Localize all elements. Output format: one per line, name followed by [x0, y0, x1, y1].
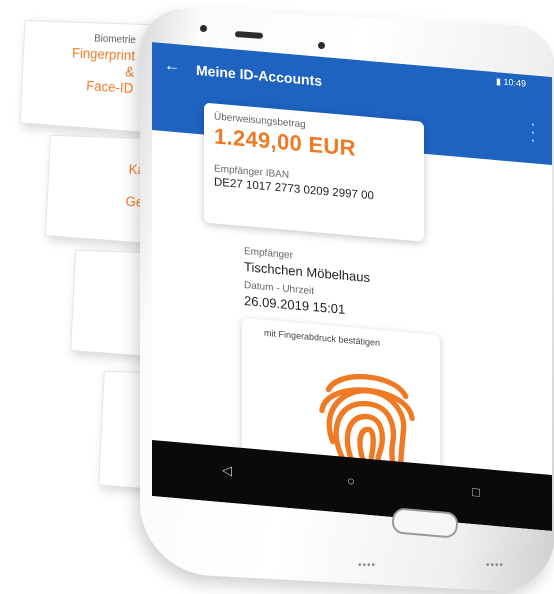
bottom-grille-left: ••••	[358, 560, 377, 571]
card-biometrie: Biometrie Fingerprint & Face-ID	[19, 20, 150, 133]
nav-back-icon[interactable]: ◁	[222, 462, 232, 479]
bottom-grille-right: ••••	[486, 560, 505, 571]
nav-home-icon[interactable]: ○	[347, 473, 355, 489]
fingerprint-caption: mit Fingerabdruck bestätigen	[264, 327, 381, 348]
status-time: 10:49	[503, 76, 526, 89]
overflow-menu-icon[interactable]: · · ·	[530, 115, 536, 147]
battery-icon: ▮	[496, 76, 501, 87]
phone-screen: ← Meine ID-Accounts ▮ 10:49 · · · Überweis…	[152, 42, 552, 531]
front-camera-icon	[200, 25, 207, 32]
nav-recents-icon[interactable]: □	[472, 484, 480, 500]
app-title: Meine ID-Accounts	[196, 61, 323, 89]
recipient-block: Empfänger Tischchen Möbelhaus Datum - Uh…	[244, 246, 370, 319]
proximity-sensor	[318, 42, 325, 49]
amount-card: Überweisungsbetrag 1.249,00 EUR Empfänge…	[204, 102, 424, 242]
back-arrow-icon[interactable]: ←	[164, 57, 180, 76]
status-bar: ▮ 10:49	[496, 76, 526, 90]
